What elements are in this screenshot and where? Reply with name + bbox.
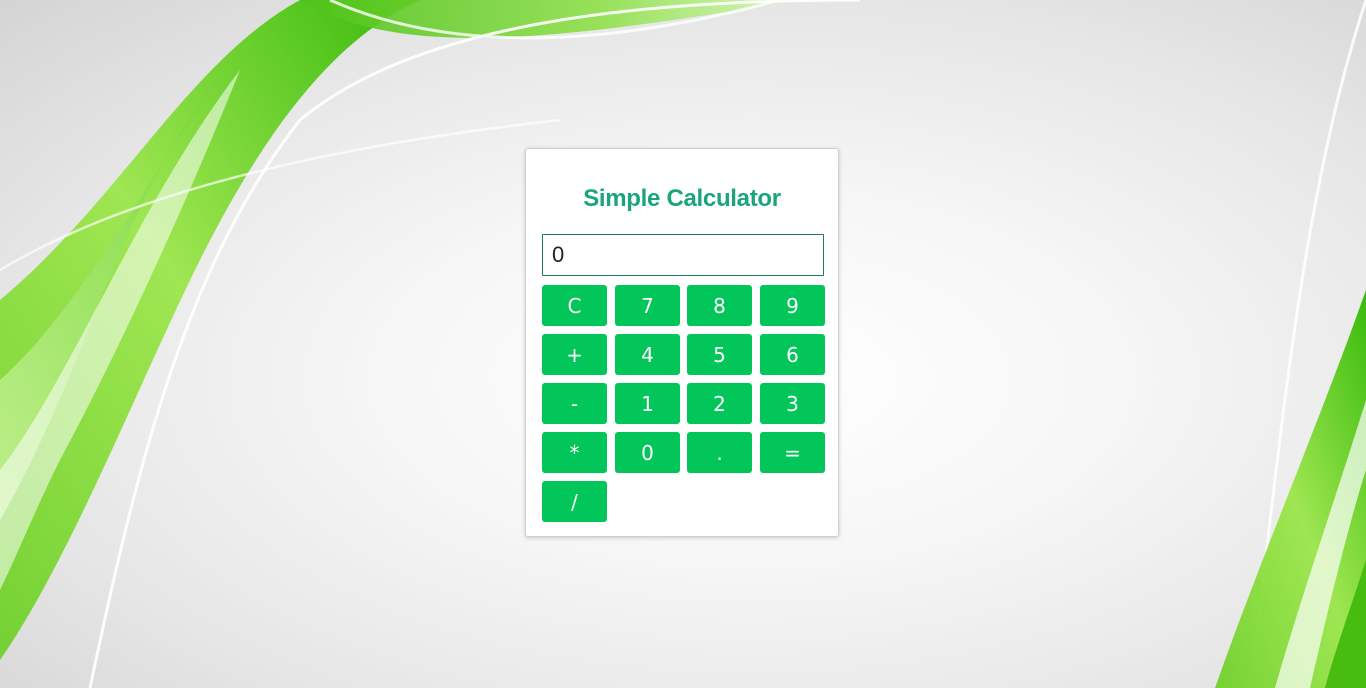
- divide-button[interactable]: /: [542, 481, 607, 522]
- clear-button[interactable]: C: [542, 285, 607, 326]
- six-button[interactable]: 6: [760, 334, 825, 375]
- calculator-title: Simple Calculator: [583, 185, 781, 212]
- two-button[interactable]: 2: [687, 383, 752, 424]
- seven-button[interactable]: 7: [615, 285, 680, 326]
- calculator-card: Simple Calculator C 7 8 9 + 4 5 6 - 1 2 …: [525, 148, 839, 537]
- equals-button[interactable]: =: [760, 432, 825, 473]
- zero-button[interactable]: 0: [615, 432, 680, 473]
- eight-button[interactable]: 8: [687, 285, 752, 326]
- five-button[interactable]: 5: [687, 334, 752, 375]
- nine-button[interactable]: 9: [760, 285, 825, 326]
- multiply-button[interactable]: *: [542, 432, 607, 473]
- calculator-display[interactable]: [542, 234, 824, 276]
- decimal-button[interactable]: .: [687, 432, 752, 473]
- one-button[interactable]: 1: [615, 383, 680, 424]
- four-button[interactable]: 4: [615, 334, 680, 375]
- minus-button[interactable]: -: [542, 383, 607, 424]
- plus-button[interactable]: +: [542, 334, 607, 375]
- three-button[interactable]: 3: [760, 383, 825, 424]
